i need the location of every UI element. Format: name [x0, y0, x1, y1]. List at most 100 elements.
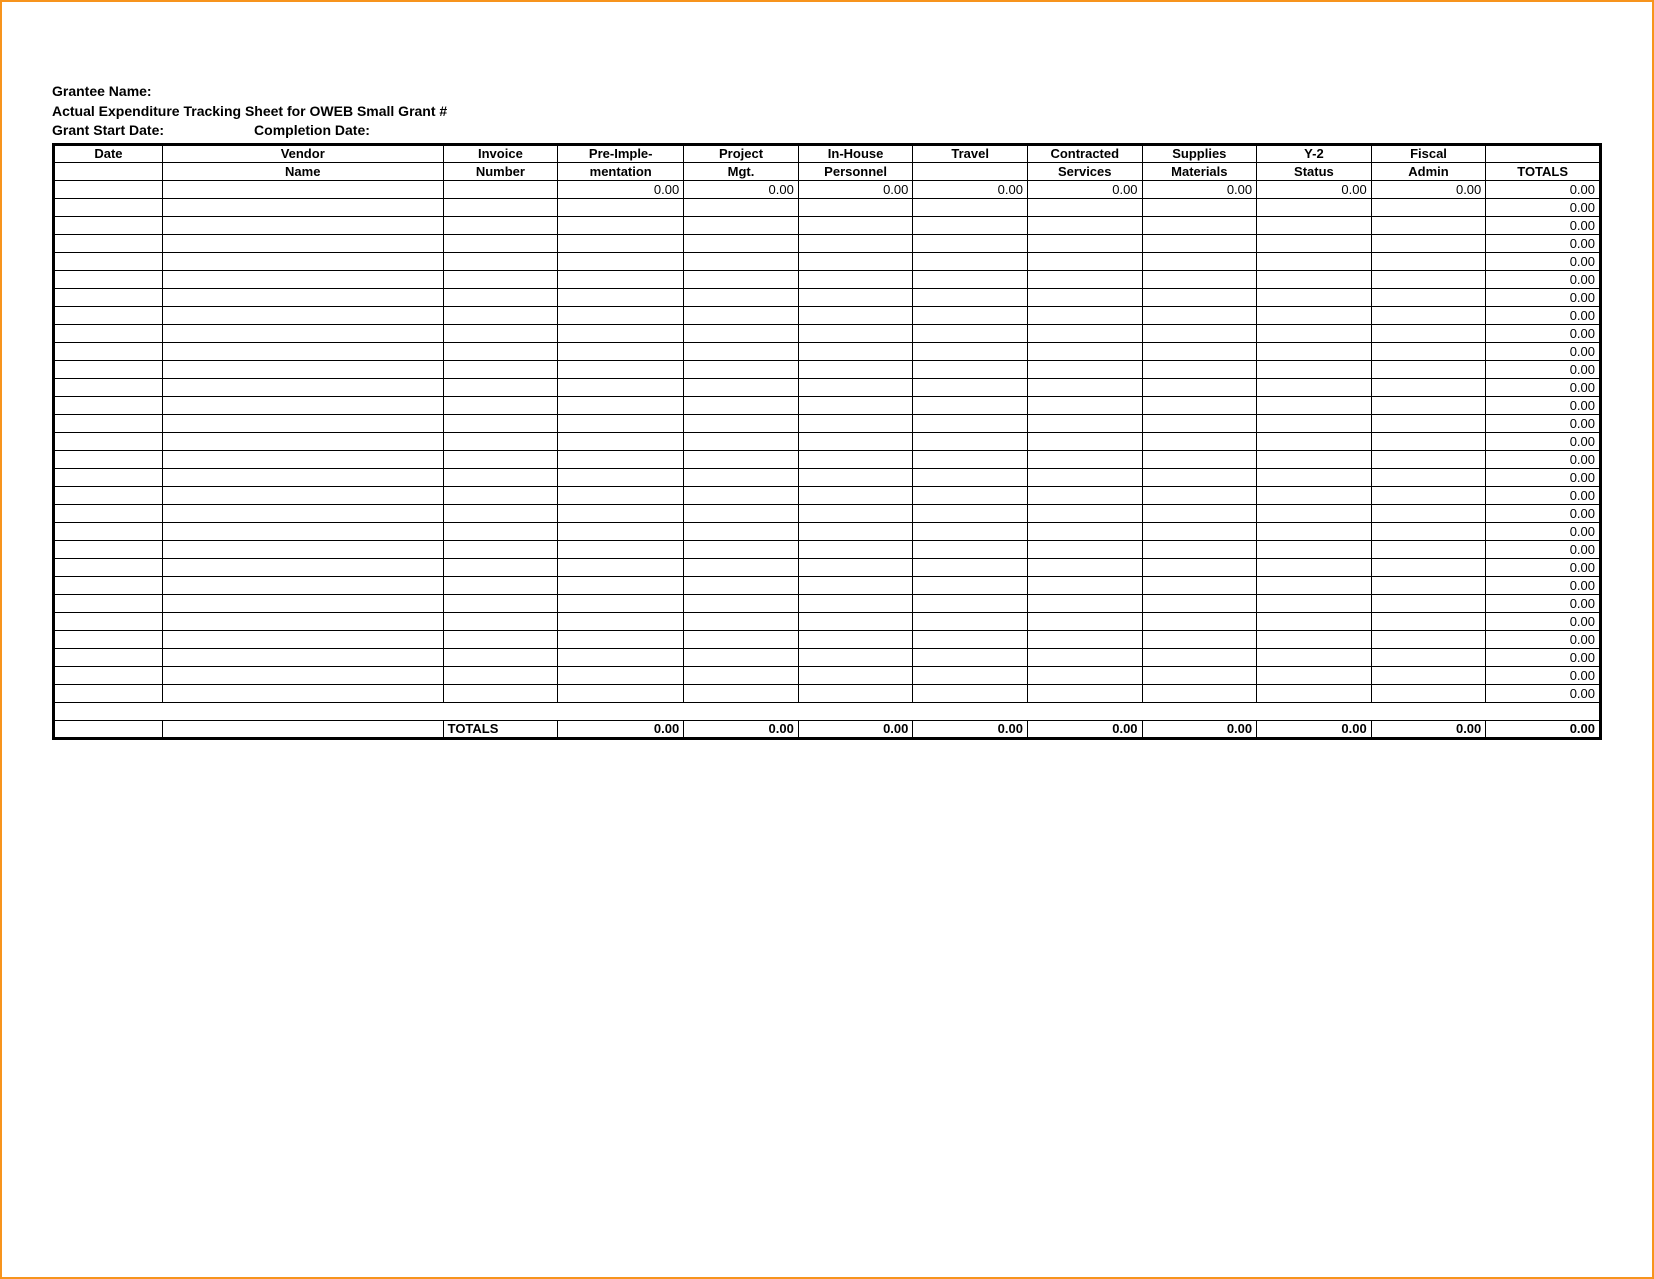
data-cell[interactable] — [558, 684, 684, 702]
data-cell[interactable] — [1027, 630, 1142, 648]
data-cell[interactable] — [1027, 360, 1142, 378]
data-cell[interactable] — [162, 270, 443, 288]
data-cell[interactable] — [913, 360, 1028, 378]
data-cell[interactable] — [798, 540, 913, 558]
data-cell[interactable] — [798, 234, 913, 252]
row-total-cell[interactable]: 0.00 — [1486, 378, 1601, 396]
data-cell[interactable] — [54, 684, 163, 702]
data-cell[interactable] — [913, 558, 1028, 576]
data-cell[interactable] — [913, 378, 1028, 396]
data-cell[interactable] — [1142, 306, 1257, 324]
data-cell[interactable] — [54, 666, 163, 684]
data-cell[interactable] — [1027, 612, 1142, 630]
data-cell[interactable] — [913, 216, 1028, 234]
row-total-cell[interactable]: 0.00 — [1486, 612, 1601, 630]
data-cell[interactable] — [558, 504, 684, 522]
data-cell[interactable] — [54, 522, 163, 540]
data-cell[interactable] — [162, 468, 443, 486]
data-cell[interactable] — [558, 324, 684, 342]
data-cell[interactable] — [1371, 288, 1486, 306]
data-cell[interactable] — [1027, 270, 1142, 288]
data-cell[interactable] — [1142, 684, 1257, 702]
data-cell[interactable] — [1257, 216, 1372, 234]
data-cell[interactable] — [1142, 198, 1257, 216]
data-cell[interactable] — [1027, 576, 1142, 594]
data-cell[interactable] — [798, 522, 913, 540]
data-cell[interactable] — [558, 396, 684, 414]
data-cell[interactable] — [443, 324, 558, 342]
data-cell[interactable] — [1371, 504, 1486, 522]
data-cell[interactable] — [558, 288, 684, 306]
data-cell[interactable] — [558, 468, 684, 486]
data-cell[interactable] — [684, 684, 799, 702]
data-cell[interactable] — [558, 576, 684, 594]
data-cell[interactable] — [1142, 558, 1257, 576]
data-cell[interactable] — [54, 504, 163, 522]
data-cell[interactable] — [684, 612, 799, 630]
data-cell[interactable] — [913, 270, 1028, 288]
data-cell[interactable] — [684, 234, 799, 252]
data-cell[interactable] — [1027, 432, 1142, 450]
data-cell[interactable] — [684, 504, 799, 522]
data-cell[interactable] — [913, 432, 1028, 450]
data-cell[interactable] — [1257, 666, 1372, 684]
data-cell[interactable] — [684, 432, 799, 450]
data-cell[interactable] — [162, 342, 443, 360]
data-cell[interactable] — [558, 234, 684, 252]
data-cell[interactable] — [913, 396, 1028, 414]
data-cell[interactable] — [1027, 234, 1142, 252]
data-cell[interactable] — [684, 468, 799, 486]
data-cell[interactable] — [684, 288, 799, 306]
data-cell[interactable] — [1257, 414, 1372, 432]
data-cell[interactable] — [798, 252, 913, 270]
data-cell[interactable] — [1371, 198, 1486, 216]
data-cell[interactable] — [162, 396, 443, 414]
data-cell[interactable] — [54, 234, 163, 252]
data-cell[interactable] — [913, 324, 1028, 342]
data-cell[interactable] — [798, 684, 913, 702]
data-cell[interactable] — [798, 396, 913, 414]
data-cell[interactable] — [1371, 468, 1486, 486]
data-cell[interactable] — [913, 450, 1028, 468]
data-cell[interactable] — [1142, 288, 1257, 306]
data-cell[interactable] — [54, 432, 163, 450]
data-cell[interactable] — [558, 522, 684, 540]
data-cell[interactable] — [1142, 504, 1257, 522]
data-cell[interactable] — [558, 612, 684, 630]
data-cell[interactable] — [1371, 684, 1486, 702]
data-cell[interactable] — [54, 216, 163, 234]
data-cell[interactable] — [798, 486, 913, 504]
data-cell[interactable] — [162, 558, 443, 576]
data-cell[interactable] — [1257, 522, 1372, 540]
data-cell[interactable] — [798, 504, 913, 522]
data-cell[interactable] — [443, 630, 558, 648]
data-cell[interactable] — [443, 540, 558, 558]
data-cell[interactable] — [443, 684, 558, 702]
data-cell[interactable] — [54, 270, 163, 288]
data-cell[interactable] — [1257, 432, 1372, 450]
data-cell[interactable] — [1257, 468, 1372, 486]
data-cell[interactable] — [54, 288, 163, 306]
data-cell[interactable] — [162, 450, 443, 468]
data-cell[interactable] — [443, 504, 558, 522]
data-cell[interactable] — [913, 594, 1028, 612]
data-cell[interactable] — [558, 378, 684, 396]
data-cell[interactable] — [913, 252, 1028, 270]
data-cell[interactable] — [1257, 288, 1372, 306]
data-cell[interactable] — [1027, 324, 1142, 342]
data-cell[interactable] — [54, 612, 163, 630]
data-cell[interactable] — [443, 486, 558, 504]
data-cell[interactable] — [1371, 396, 1486, 414]
data-cell[interactable] — [798, 216, 913, 234]
data-cell[interactable] — [913, 648, 1028, 666]
data-cell[interactable] — [162, 684, 443, 702]
data-cell[interactable] — [1371, 378, 1486, 396]
data-cell[interactable] — [1142, 360, 1257, 378]
data-cell[interactable] — [798, 378, 913, 396]
row-total-cell[interactable]: 0.00 — [1486, 594, 1601, 612]
data-cell[interactable] — [1142, 252, 1257, 270]
data-cell[interactable] — [1142, 630, 1257, 648]
data-cell[interactable] — [913, 666, 1028, 684]
data-cell[interactable] — [1371, 486, 1486, 504]
data-cell[interactable] — [684, 522, 799, 540]
